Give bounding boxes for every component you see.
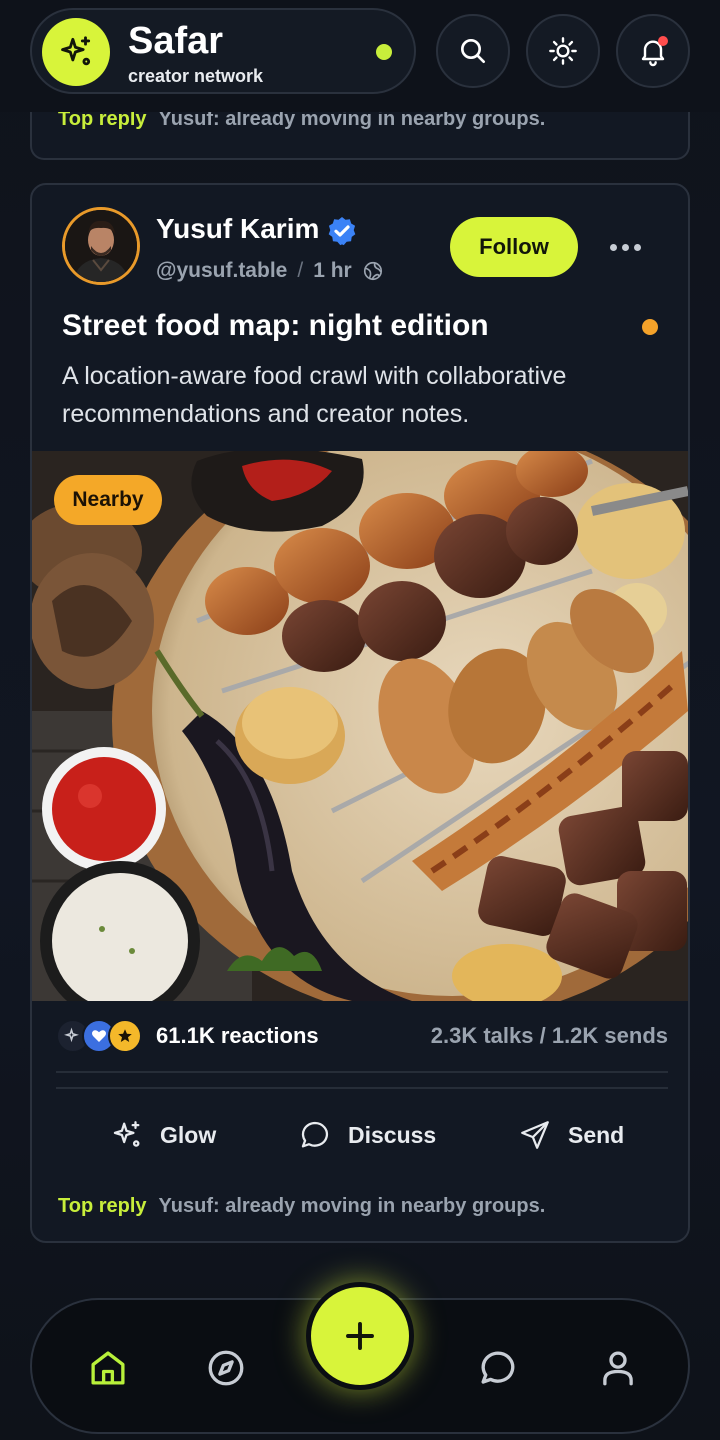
- top-reply-label: Top reply: [58, 1195, 147, 1217]
- reaction-icons[interactable]: [56, 1019, 148, 1055]
- sparkles-icon: [113, 1121, 140, 1147]
- divider: [56, 1087, 668, 1089]
- meta-separator: /: [297, 259, 304, 282]
- engagement-stats: 61.1K reactions 2.3K talks / 1.2K sends: [56, 1017, 668, 1057]
- brand-name: Safar: [128, 20, 224, 62]
- sparkles-icon: [42, 18, 110, 86]
- create-post-button[interactable]: [306, 1282, 414, 1390]
- top-reply-text: Yusuf: already moving in nearby groups.: [158, 1195, 546, 1217]
- follow-button[interactable]: Follow: [450, 217, 578, 277]
- brand-pill[interactable]: Safar creator network: [30, 8, 416, 94]
- post-meta: @yusuf.table / 1 hr: [156, 259, 384, 283]
- nav-home[interactable]: [80, 1340, 136, 1396]
- talks-sends-count[interactable]: 2.3K talks / 1.2K sends: [431, 1023, 668, 1049]
- notification-badge: [658, 36, 668, 46]
- brand-subtitle: creator network: [128, 66, 264, 86]
- divider: [56, 1071, 668, 1073]
- author-handle[interactable]: @yusuf.table: [156, 259, 287, 283]
- reactions-count[interactable]: 61.1K reactions: [156, 1023, 319, 1049]
- compass-icon: [208, 1350, 244, 1386]
- top-reply-row[interactable]: Top reply Yusuf: already moving in nearby…: [58, 1195, 545, 1218]
- star-icon: [108, 1019, 142, 1053]
- send-label: Send: [568, 1121, 625, 1148]
- nearby-badge: Nearby: [54, 475, 162, 525]
- top-bar: Safar creator network: [0, 0, 720, 112]
- post-description: A location-aware food crawl with collabo…: [62, 362, 567, 428]
- nav-explore[interactable]: [198, 1340, 254, 1396]
- plus-icon: [346, 1322, 374, 1350]
- avatar[interactable]: [62, 207, 140, 285]
- more-dots-icon: [609, 243, 617, 251]
- send-icon: [521, 1121, 549, 1149]
- post-status-dot: [642, 319, 658, 335]
- author-name[interactable]: Yusuf Karim: [156, 213, 319, 245]
- home-icon: [91, 1351, 125, 1385]
- post-time: 1 hr: [313, 259, 352, 282]
- globe-icon: [363, 261, 382, 281]
- verified-badge-icon: [328, 217, 356, 246]
- post-card[interactable]: Yusuf Karim @yusuf.table / 1 hr Follow S…: [30, 183, 690, 1243]
- send-button[interactable]: Send: [518, 1105, 624, 1165]
- app-screen: Top reply Yusuf: already moving in nearby…: [0, 0, 720, 1440]
- sun-icon: [549, 37, 577, 65]
- post-image[interactable]: Nearby: [32, 451, 688, 1001]
- glow-button[interactable]: Glow: [110, 1105, 216, 1165]
- glow-label: Glow: [160, 1121, 217, 1148]
- discuss-label: Discuss: [348, 1121, 437, 1148]
- search-icon: [461, 39, 485, 63]
- theme-toggle-button[interactable]: [526, 14, 600, 88]
- post-title[interactable]: Street food map: night edition: [62, 309, 489, 343]
- notifications-button[interactable]: [616, 14, 690, 88]
- food-platter-illustration: [32, 451, 688, 1001]
- more-options-button[interactable]: [602, 229, 648, 265]
- online-status-dot: [376, 44, 392, 60]
- nav-messages[interactable]: [470, 1340, 526, 1396]
- profile-icon: [603, 1351, 633, 1386]
- chat-bubble-icon: [301, 1121, 329, 1148]
- chat-icon: [481, 1351, 515, 1384]
- post-actions: Glow Discuss Send: [32, 1105, 688, 1165]
- nav-profile[interactable]: [590, 1340, 646, 1396]
- search-button[interactable]: [436, 14, 510, 88]
- discuss-button[interactable]: Discuss: [298, 1105, 436, 1165]
